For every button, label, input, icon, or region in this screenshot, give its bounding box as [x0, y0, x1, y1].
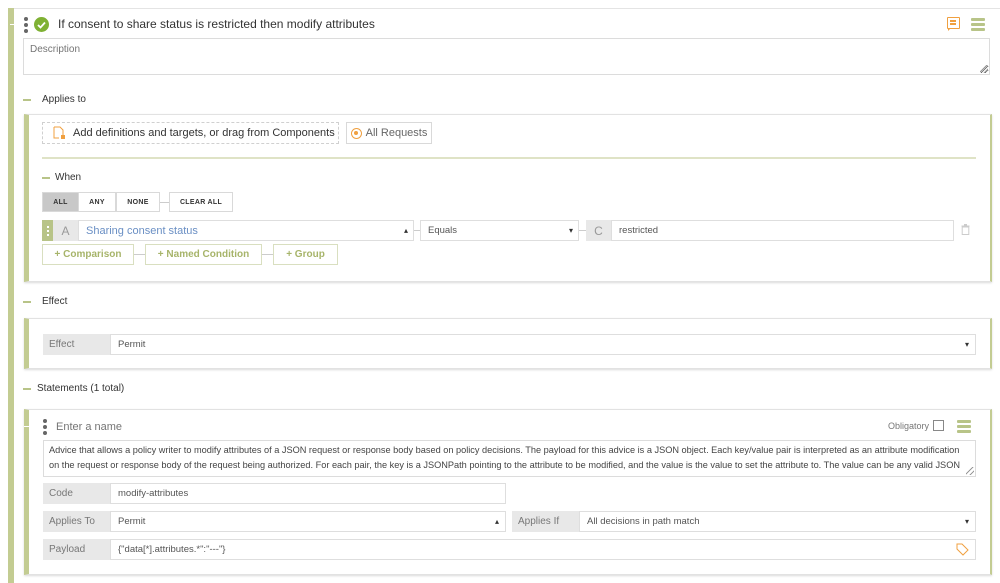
payload-label: Payload: [43, 539, 110, 560]
statements-heading: Statements (1 total): [37, 383, 125, 394]
add-named-condition-button[interactable]: + Named Condition: [145, 244, 262, 265]
collapse-applies-to-icon[interactable]: [23, 99, 31, 101]
collapse-statements-icon[interactable]: [23, 388, 31, 390]
condition-value-input[interactable]: [611, 220, 954, 241]
effect-value: Permit: [118, 339, 146, 350]
connector-line: [579, 230, 586, 231]
operator-select[interactable]: Equals: [420, 220, 579, 241]
description-input[interactable]: [23, 38, 990, 75]
applies-to-select[interactable]: Permit: [110, 511, 506, 532]
target-icon: [350, 127, 362, 139]
attribute-select[interactable]: Sharing consent status: [78, 220, 414, 241]
trash-icon[interactable]: [961, 224, 970, 235]
applies-to-heading: Applies to: [42, 94, 86, 105]
add-group-button[interactable]: + Group: [273, 244, 338, 265]
match-any-button[interactable]: ANY: [78, 192, 116, 212]
clear-all-button[interactable]: CLEAR ALL: [169, 192, 233, 212]
effect-select[interactable]: Permit: [110, 334, 976, 355]
constant-type-tag: C: [586, 220, 611, 241]
applies-if-select[interactable]: All decisions in path match: [579, 511, 976, 532]
tag-icon[interactable]: [956, 543, 969, 556]
add-comparison-button[interactable]: + Comparison: [42, 244, 134, 265]
effect-heading: Effect: [42, 296, 68, 307]
comment-icon-tail: [948, 28, 951, 31]
code-input[interactable]: [110, 483, 506, 504]
match-none-button[interactable]: NONE: [116, 192, 160, 212]
effect-label: Effect: [43, 334, 110, 355]
collapse-effect-icon[interactable]: [23, 301, 31, 303]
resize-grip-icon[interactable]: [966, 467, 974, 475]
hamburger-menu-icon[interactable]: [971, 18, 985, 31]
connector-line: [262, 254, 273, 255]
add-definitions-label: Add definitions and targets, or drag fro…: [73, 127, 335, 139]
connector-line: [134, 254, 145, 255]
applies-if-label: Applies If: [512, 511, 579, 532]
all-requests-label: All Requests: [365, 127, 428, 139]
obligatory-label: Obligatory: [888, 421, 930, 431]
attribute-type-tag: A: [53, 220, 78, 241]
statement-drag-handle-icon[interactable]: [43, 419, 47, 435]
statement-description[interactable]: Advice that allows a policy writer to mo…: [43, 440, 976, 477]
rule-title[interactable]: If consent to share status is restricted…: [58, 17, 375, 31]
statement-name-input[interactable]: [52, 418, 352, 436]
all-requests-button[interactable]: All Requests: [346, 122, 432, 144]
condition-drag-handle[interactable]: [42, 220, 53, 241]
applies-if-value: All decisions in path match: [587, 516, 700, 527]
code-label: Code: [43, 483, 110, 504]
statement-accent-tick: [24, 426, 32, 427]
obligatory-checkbox[interactable]: [933, 420, 944, 431]
drag-handle-icon[interactable]: [24, 17, 28, 33]
match-all-button[interactable]: ALL: [42, 192, 79, 212]
add-definitions-button[interactable]: Add definitions and targets, or drag fro…: [42, 122, 339, 144]
applies-to-value: Permit: [118, 516, 146, 527]
when-heading: When: [55, 172, 82, 183]
divider: [42, 157, 976, 159]
attribute-value: Sharing consent status: [86, 224, 198, 237]
statement-menu-icon[interactable]: [957, 420, 971, 433]
document-add-icon: [53, 126, 65, 139]
collapse-when-icon[interactable]: [42, 177, 50, 179]
payload-input[interactable]: [110, 539, 976, 560]
resize-grip-icon[interactable]: [980, 65, 988, 73]
applies-to-label: Applies To: [43, 511, 110, 532]
check-circle-icon: [34, 17, 49, 32]
operator-value: Equals: [428, 225, 458, 236]
